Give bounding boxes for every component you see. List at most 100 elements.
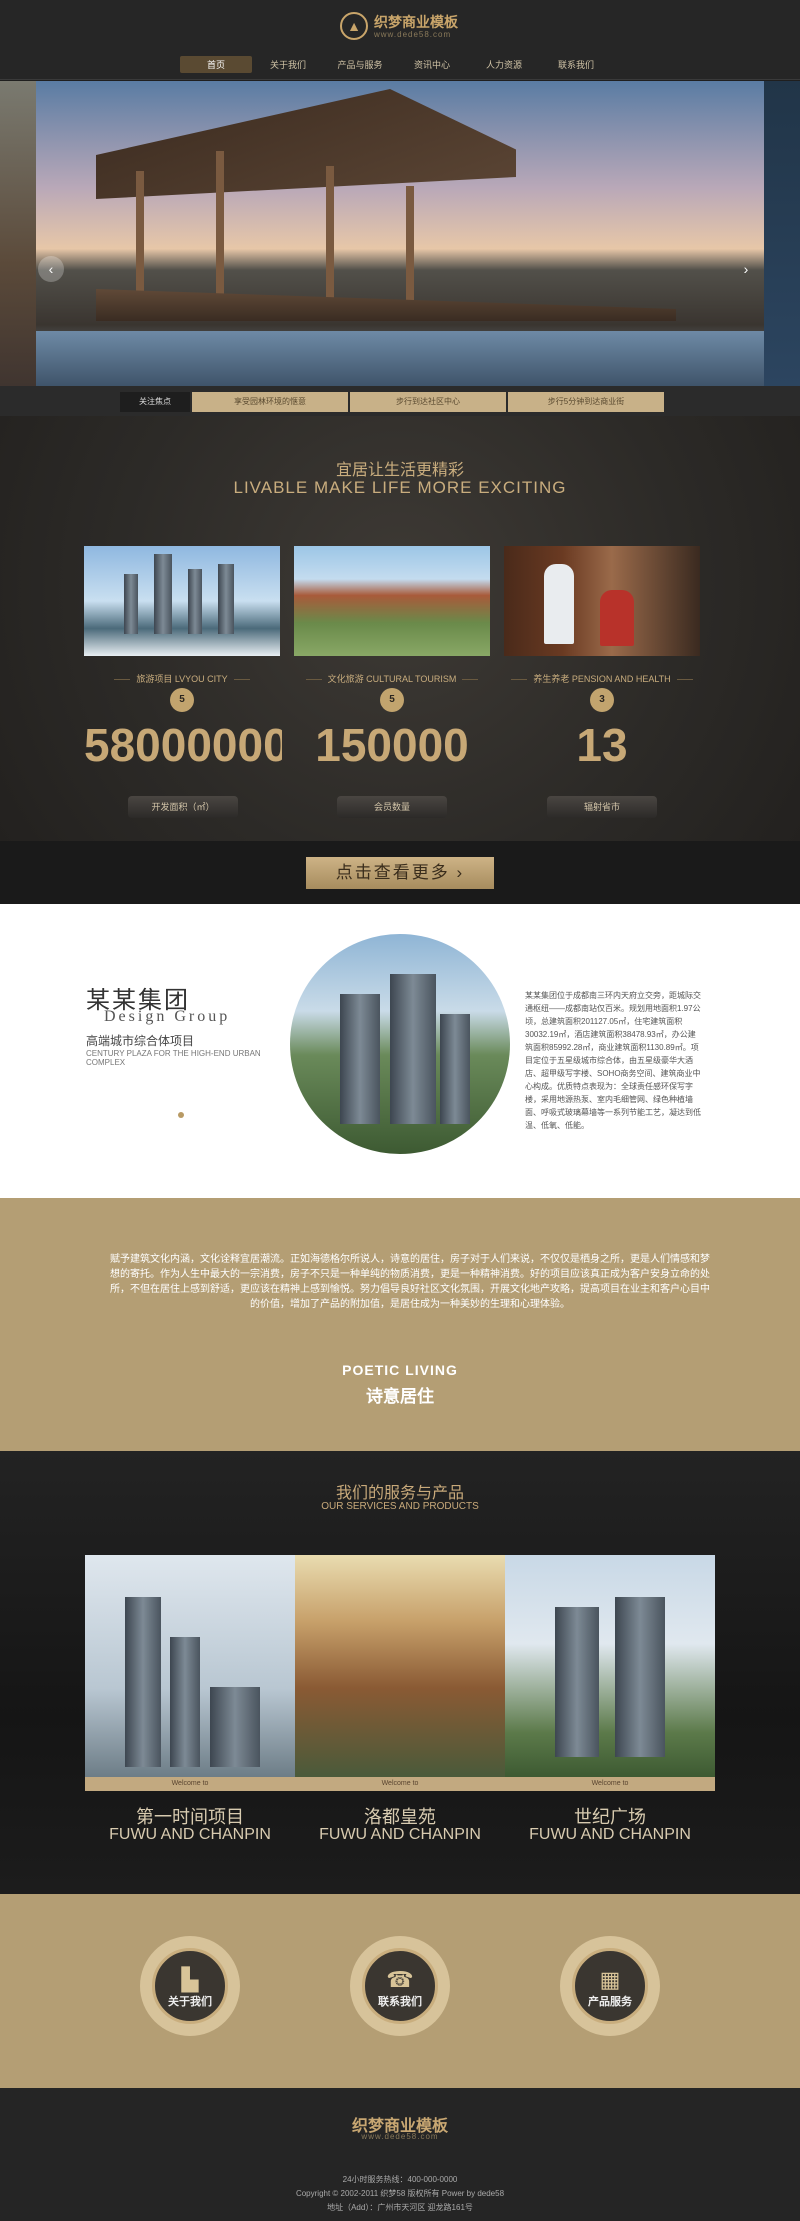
- about-circle-image: [290, 934, 510, 1154]
- more-bar: 点击查看更多 ›: [0, 841, 800, 904]
- banner-tabs: 关注焦点 享受园林环境的惬意 步行到达社区中心 步行5分钟到达商业街: [0, 386, 800, 416]
- lake-water: [36, 331, 764, 386]
- poetic-section: 赋予建筑文化内涵，文化诠释宜居潮流。正如海德格尔所说人，诗意的居住，房子对于人们…: [0, 1198, 800, 1451]
- poetic-title-cn: 诗意居住: [366, 1387, 434, 1406]
- logo-mark-icon: ▲: [340, 12, 368, 40]
- banner-image: [36, 81, 764, 386]
- nav-contact[interactable]: 联系我们: [540, 56, 612, 73]
- service-title-en: FUWU AND CHANPIN: [109, 1826, 271, 1843]
- service-image-1[interactable]: [85, 1555, 295, 1777]
- service-welcome-bar: Welcome to: [505, 1777, 715, 1791]
- tower: [440, 1014, 470, 1124]
- site-footer: 织梦商业模板 www.dede58.com 24小时服务热线：400-000-0…: [0, 2088, 800, 2221]
- tower: [615, 1597, 665, 1757]
- poetic-body-text: 赋予建筑文化内涵，文化诠释宜居潮流。正如海德格尔所说人，诗意的居住，房子对于人们…: [110, 1254, 710, 1310]
- stat-badge: 5: [170, 688, 194, 712]
- person-figure: [544, 564, 574, 644]
- nav-home[interactable]: 首页: [180, 56, 252, 73]
- feature-label: 产品服务: [588, 1996, 632, 2008]
- stat-image-health[interactable]: [504, 546, 700, 656]
- pavilion-roof: [96, 89, 516, 199]
- about-body-text: 某某集团位于成都南三环内天府立交旁，距城际交通枢纽——成都南站仅百米。规划用地面…: [525, 991, 701, 1130]
- nav-news[interactable]: 资讯中心: [396, 56, 468, 73]
- stat-caption: 旅游项目 LVYOU CITY: [77, 672, 287, 685]
- footer-logo-sub: www.dede58.com: [361, 2132, 439, 2141]
- service-welcome-bar: Welcome to: [295, 1777, 505, 1791]
- service-title-en: FUWU AND CHANPIN: [529, 1826, 691, 1843]
- feature-label: 联系我们: [378, 1996, 422, 2008]
- section-title-en: LIVABLE MAKE LIFE MORE EXCITING: [233, 478, 567, 497]
- phone-icon: ☎: [386, 1967, 414, 1992]
- services-title-en: OUR SERVICES AND PRODUCTS: [321, 1501, 479, 1512]
- pavilion-pillar: [406, 186, 414, 306]
- intro-stats-section: 宜居让生活更精彩 LIVABLE MAKE LIFE MORE EXCITING…: [0, 416, 800, 841]
- footer-hotline: 24小时服务热线：400-000-0000: [342, 2175, 458, 2184]
- stat-label: 会员数量: [337, 796, 447, 818]
- feature-badge-inner: ▙ 关于我们: [152, 1948, 228, 2024]
- about-section: 某某集团 Design Group 高端城市综合体项目 CENTURY PLAZ…: [0, 904, 800, 1198]
- banner-tab[interactable]: 享受园林环境的惬意: [192, 392, 348, 412]
- view-more-button[interactable]: 点击查看更多 ›: [306, 857, 494, 889]
- banner-tab[interactable]: 关注焦点: [120, 392, 190, 412]
- about-subtitle-cn: 高端城市综合体项目: [86, 1034, 195, 1048]
- page: ▲ 织梦商业模板 www.dede58.com 首页 关于我们 产品与服务 资讯…: [0, 0, 800, 2221]
- slider-dot[interactable]: [178, 1112, 184, 1118]
- tower: [125, 1597, 161, 1767]
- nav-hr[interactable]: 人力资源: [468, 56, 540, 73]
- stat-number: 150000: [315, 719, 469, 771]
- service-title-en: FUWU AND CHANPIN: [319, 1826, 481, 1843]
- about-title-en: Design Group: [104, 1008, 231, 1025]
- stat-badge: 3: [590, 688, 614, 712]
- bridge-deck: [96, 289, 676, 321]
- nav-products[interactable]: 产品与服务: [324, 56, 396, 73]
- nav-about[interactable]: 关于我们: [252, 56, 324, 73]
- stat-image-culture[interactable]: [294, 546, 490, 656]
- tower: [210, 1687, 260, 1767]
- pavilion-pillar: [326, 166, 334, 306]
- main-nav: 首页 关于我们 产品与服务 资讯中心 人力资源 联系我们: [180, 56, 612, 73]
- logo-subtitle: www.dede58.com: [374, 29, 452, 39]
- footer-copyright: Copyright © 2002-2011 织梦58 版权所有 Power by…: [295, 2189, 505, 2198]
- banner-next-slide-preview: [764, 81, 800, 386]
- feature-label: 关于我们: [168, 1996, 212, 2008]
- products-icon: ▦: [599, 1967, 621, 1992]
- banner-tab[interactable]: 步行5分钟到达商业街: [508, 392, 664, 412]
- tower: [218, 564, 234, 634]
- pavilion-pillar: [136, 171, 144, 311]
- logo[interactable]: ▲ 织梦商业模板 www.dede58.com: [340, 12, 458, 40]
- site-header: ▲ 织梦商业模板 www.dede58.com 首页 关于我们 产品与服务 资讯…: [0, 0, 800, 80]
- banner-prev-slide-preview: [0, 81, 36, 386]
- tower: [390, 974, 436, 1124]
- service-welcome-bar: Welcome to: [85, 1777, 295, 1791]
- tower: [188, 569, 202, 634]
- tower: [555, 1607, 599, 1757]
- banner-tab[interactable]: 步行到达社区中心: [350, 392, 506, 412]
- tower: [170, 1637, 200, 1767]
- logo-title: 织梦商业模板: [374, 13, 458, 30]
- stat-caption: 文化旅游 CULTURAL TOURISM: [287, 672, 497, 685]
- feature-links-section: ▙ 关于我们 ☎ 联系我们 ▦ 产品服务: [0, 1894, 800, 2088]
- logo-text-group: 织梦商业模板 www.dede58.com: [374, 14, 458, 39]
- person-figure: [600, 590, 634, 646]
- poetic-title-en: POETIC LIVING: [342, 1362, 458, 1378]
- building-icon: ▙: [181, 1967, 199, 1992]
- section-title-cn: 宜居让生活更精彩: [335, 462, 464, 479]
- stat-number: 58000000: [84, 719, 282, 771]
- feature-contact-us[interactable]: ☎ 联系我们: [350, 1936, 450, 2036]
- feature-products[interactable]: ▦ 产品服务: [560, 1936, 660, 2036]
- stat-image-city[interactable]: [84, 546, 280, 656]
- hero-banner: ‹ › 关注焦点 享受园林环境的惬意 步行到达社区中心 步行5分钟到达商业街: [0, 81, 800, 416]
- tower: [124, 574, 138, 634]
- tower: [154, 554, 172, 634]
- tower: [340, 994, 380, 1124]
- stat-label: 辐射省市: [547, 796, 657, 818]
- pavilion-pillar: [216, 151, 224, 306]
- feature-about-us[interactable]: ▙ 关于我们: [140, 1936, 240, 2036]
- stat-label: 开发面积（㎡）: [128, 796, 238, 818]
- services-section: 我们的服务与产品 OUR SERVICES AND PRODUCTS Welco…: [0, 1451, 800, 1894]
- banner-next-arrow-icon[interactable]: ›: [733, 256, 759, 282]
- stat-number: 13: [576, 719, 628, 771]
- service-image-2[interactable]: [295, 1555, 505, 1777]
- banner-prev-arrow-icon[interactable]: ‹: [38, 256, 64, 282]
- service-image-3[interactable]: [505, 1555, 715, 1777]
